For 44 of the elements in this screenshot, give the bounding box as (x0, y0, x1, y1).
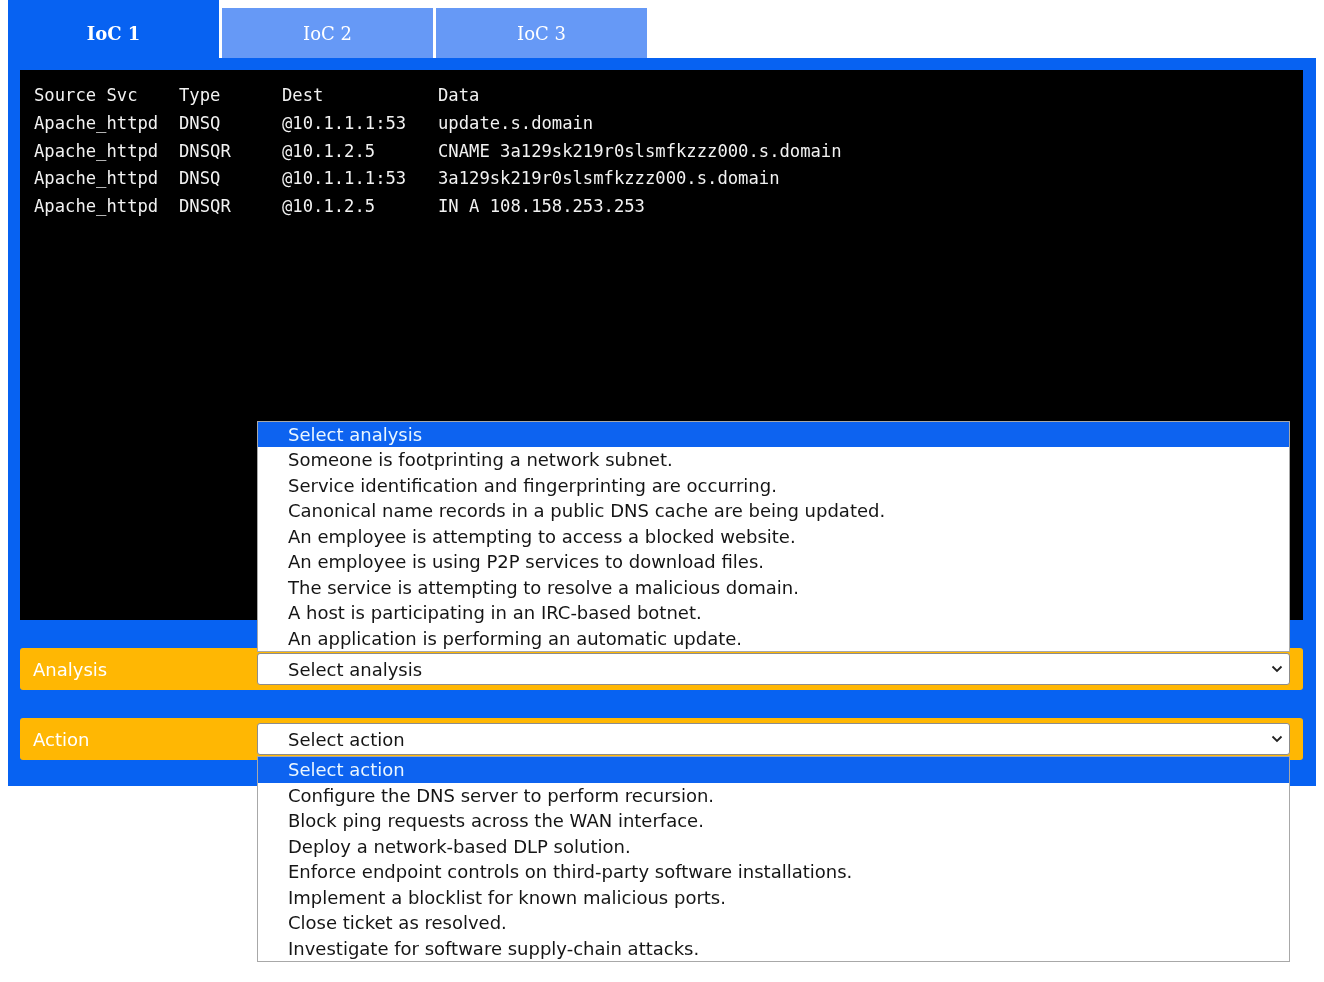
dropdown-option[interactable]: Someone is footprinting a network subnet. (258, 447, 1289, 473)
field-label: Action (33, 728, 91, 750)
log-cell-text: DNSQR (179, 195, 231, 218)
dropdown-option[interactable]: An employee is attempting to access a blocked website. (258, 523, 1289, 549)
log-cell-text: IN A 108.158.253.253 (438, 195, 645, 218)
dropdown-option[interactable]: An application is performing an automatic update. (258, 625, 1289, 651)
dropdown-option[interactable]: Service identification and fingerprinting are occurring. (258, 472, 1289, 498)
log-cell-text: @10.1.2.5 (282, 139, 376, 163)
dropdown-option[interactable]: Close ticket as resolved. (258, 910, 1289, 936)
column-header: Type (179, 84, 221, 107)
log-cell-text: @10.1.1.1:53 (282, 111, 407, 135)
chevron-down-icon (1271, 665, 1283, 673)
log-cell-text: DNSQ (179, 167, 221, 191)
dropdown-option[interactable]: The service is attempting to resolve a malicious domain. (258, 574, 1289, 600)
log-cell-text: 3a129sk219r0slsmfkzzz000.s.domain (438, 167, 780, 191)
dropdown-option[interactable]: Configure the DNS server to perform recursion. (258, 782, 1289, 808)
column-header: Data (438, 84, 480, 107)
log-cell-text: CNAME 3a129sk219r0slsmfkzzz000.s.domain (438, 139, 842, 163)
select-field[interactable]: Select analysis (257, 653, 1290, 685)
dropdown-option[interactable]: Investigate for software supply-chain attacks. (258, 935, 1289, 961)
dropdown-option[interactable]: Canonical name records in a public DNS cache are being updated. (258, 498, 1289, 524)
dropdown-option[interactable]: A host is participating in an IRC-based botnet. (258, 600, 1289, 626)
select-field[interactable]: Select action (257, 723, 1290, 755)
log-cell-text: DNSQ (179, 111, 221, 135)
log-cell-text: update.s.domain (438, 111, 594, 135)
dropdown-option[interactable]: Implement a blocklist for known malicious ports. (258, 884, 1289, 910)
dropdown-option[interactable]: Select action (258, 757, 1289, 783)
dropdown-option[interactable]: Enforce endpoint controls on third-party software installations. (258, 859, 1289, 885)
column-header: Dest (282, 84, 324, 107)
log-cell-text: Apache_httpd (34, 139, 159, 163)
dropdown-option[interactable]: An employee is using P2P services to download files. (258, 549, 1289, 575)
log-cell-text: Apache_httpd (34, 167, 159, 191)
field-label: Analysis (33, 658, 109, 680)
dropdown-option[interactable]: Block ping requests across the WAN interface. (258, 808, 1289, 834)
log-cell-text: Apache_httpd (34, 111, 159, 135)
log-cell-text: DNSQR (179, 139, 231, 163)
log-cell-text: @10.1.2.5 (282, 195, 376, 218)
dropdown-option[interactable]: Deploy a network-based DLP solution. (258, 833, 1289, 859)
log-cell-text: @10.1.1.1:53 (282, 167, 407, 191)
tab[interactable]: IoC 1 (8, 0, 219, 58)
chevron-down-icon (1271, 735, 1283, 743)
log-cell-text: Apache_httpd (34, 195, 159, 218)
dropdown-option[interactable]: Select analysis (258, 421, 1289, 447)
column-header: Source Svc (34, 84, 138, 107)
